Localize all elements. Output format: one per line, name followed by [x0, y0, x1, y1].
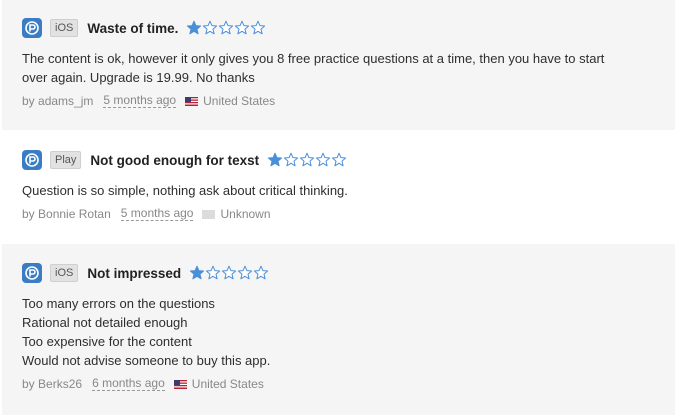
review-time-ago[interactable]: 5 months ago — [120, 207, 194, 221]
author-prefix: by — [22, 377, 35, 391]
review-meta: by adams_jm 5 months ago United States — [22, 92, 275, 110]
review-title: Not good enough for texst — [90, 152, 260, 168]
review-author: by Berks26 — [22, 377, 82, 391]
app-icon — [22, 263, 42, 283]
author-prefix: by — [22, 207, 35, 221]
review-card: Play Not good enough for texst Question … — [2, 130, 675, 244]
author-name: Berks26 — [38, 377, 83, 391]
review-body: Too many errors on the questions Rationa… — [22, 294, 655, 370]
review-meta: by Berks26 6 months ago United States — [22, 375, 264, 393]
star-empty-icon — [238, 265, 253, 280]
review-country: United States — [203, 94, 276, 108]
unknown-flag-icon — [202, 209, 216, 219]
review-header: Play Not good enough for texst — [22, 149, 347, 171]
star-empty-icon — [300, 152, 315, 167]
review-country: United States — [191, 377, 264, 391]
review-meta: by Bonnie Rotan 5 months ago Unknown — [22, 205, 271, 223]
review-body-line: Would not advise someone to buy this app… — [22, 353, 271, 368]
star-empty-icon — [203, 20, 218, 35]
app-icon — [22, 18, 42, 38]
review-body-line: Rational not detailed enough — [22, 315, 188, 330]
review-body: Question is so simple, nothing ask about… — [22, 181, 655, 200]
star-empty-icon — [235, 20, 250, 35]
review-body-line: Question is so simple, nothing ask about… — [22, 183, 348, 198]
author-name: Bonnie Rotan — [38, 207, 111, 221]
review-time-ago[interactable]: 5 months ago — [103, 94, 177, 108]
review-card: iOS Not impressed Too many errors on the… — [2, 244, 675, 415]
star-rating — [267, 152, 347, 168]
review-author: by adams_jm — [22, 94, 93, 108]
author-name: adams_jm — [38, 94, 94, 108]
review-header: iOS Waste of time. — [22, 17, 266, 39]
star-empty-icon — [254, 265, 269, 280]
review-body-line: over again. Upgrade is 19.99. No thanks — [22, 70, 255, 85]
star-empty-icon — [316, 152, 331, 167]
review-header: iOS Not impressed — [22, 262, 269, 284]
review-title: Not impressed — [87, 265, 182, 281]
review-body-line: The content is ok, however it only gives… — [22, 51, 605, 66]
star-empty-icon — [219, 20, 234, 35]
author-prefix: by — [22, 94, 35, 108]
review-body: The content is ok, however it only gives… — [22, 49, 655, 87]
review-author: by Bonnie Rotan — [22, 207, 111, 221]
platform-badge: iOS — [50, 19, 79, 37]
review-card: iOS Waste of time. The content is ok, ho… — [2, 0, 675, 130]
platform-badge: Play — [50, 151, 82, 169]
us-flag-icon — [185, 96, 199, 106]
review-list: iOS Waste of time. The content is ok, ho… — [0, 0, 675, 415]
platform-badge: iOS — [50, 264, 79, 282]
review-time-ago[interactable]: 6 months ago — [92, 377, 165, 391]
star-empty-icon — [206, 265, 221, 280]
app-icon — [22, 150, 42, 170]
star-empty-icon — [284, 152, 299, 167]
review-country: Unknown — [220, 207, 271, 221]
star-empty-icon — [251, 20, 266, 35]
star-rating — [189, 265, 269, 281]
star-rating — [186, 20, 266, 36]
star-filled-icon — [190, 265, 205, 280]
review-title: Waste of time. — [87, 20, 179, 36]
star-filled-icon — [268, 152, 283, 167]
us-flag-icon — [173, 379, 187, 389]
star-empty-icon — [332, 152, 347, 167]
star-filled-icon — [187, 20, 202, 35]
review-body-line: Too many errors on the questions — [22, 296, 215, 311]
review-body-line: Too expensive for the content — [22, 334, 192, 349]
star-empty-icon — [222, 265, 237, 280]
